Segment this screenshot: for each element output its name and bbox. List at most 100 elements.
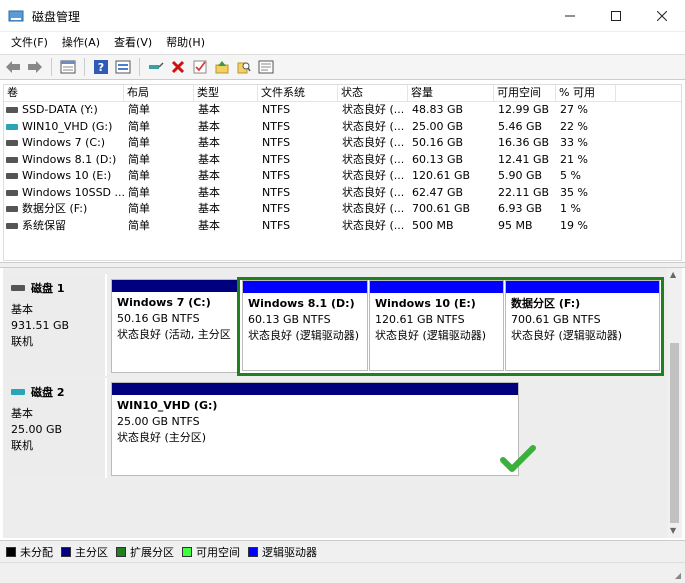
toolbar-separator xyxy=(139,58,140,76)
help-button[interactable]: ? xyxy=(91,57,111,77)
connect-button[interactable] xyxy=(146,57,166,77)
partition-e[interactable]: Windows 10 (E:) 120.61 GB NTFS 状态良好 (逻辑驱… xyxy=(369,280,504,371)
list-button[interactable] xyxy=(256,57,276,77)
drive-icon xyxy=(6,222,18,229)
partition-d[interactable]: Windows 8.1 (D:) 60.13 GB NTFS 状态良好 (逻辑驱… xyxy=(242,280,368,371)
cell-percent-free: 21 % xyxy=(560,152,588,166)
volume-name: SSD-DATA (Y:) xyxy=(22,103,98,117)
legend-label: 逻辑驱动器 xyxy=(262,545,317,559)
partition-f-text: 数据分区 (F:) 700.61 GB NTFS 状态良好 (逻辑驱动器) xyxy=(506,293,659,347)
partition-e-text: Windows 10 (E:) 120.61 GB NTFS 状态良好 (逻辑驱… xyxy=(370,293,503,347)
menu-file[interactable]: 文件(F) xyxy=(4,32,55,54)
partition-name: Windows 10 (E:) xyxy=(375,297,476,310)
up-button[interactable] xyxy=(212,57,232,77)
menu-action[interactable]: 操作(A) xyxy=(55,32,107,54)
column-header-layout[interactable]: 布局 xyxy=(124,85,194,101)
partition-c-text: Windows 7 (C:) 50.16 GB NTFS 状态良好 (活动, 主… xyxy=(112,292,237,346)
partition-d-text: Windows 8.1 (D:) 60.13 GB NTFS 状态良好 (逻辑驱… xyxy=(243,293,367,347)
back-button[interactable] xyxy=(3,57,23,77)
cell-status: 状态良好 (... xyxy=(342,103,405,116)
resize-grip-icon[interactable]: ◢ xyxy=(675,571,681,580)
cell-filesystem: NTFS xyxy=(262,103,291,116)
column-header-status[interactable]: 状态 xyxy=(338,85,408,101)
partition-c[interactable]: Windows 7 (C:) 50.16 GB NTFS 状态良好 (活动, 主… xyxy=(111,279,238,373)
cell-type: 基本 xyxy=(198,218,220,232)
menu-help[interactable]: 帮助(H) xyxy=(159,32,212,54)
scroll-up-icon[interactable]: ▲ xyxy=(670,270,676,279)
cell-filesystem: NTFS xyxy=(262,185,291,199)
cell-type: 基本 xyxy=(198,202,220,215)
partition-status: 状态良好 (逻辑驱动器) xyxy=(511,329,623,342)
cell-status: 状态良好 (... xyxy=(342,119,405,133)
logical-drive-bar xyxy=(370,281,503,293)
menu-bar: 文件(F) 操作(A) 查看(V) 帮助(H) xyxy=(0,32,685,54)
disk-1-size: 931.51 GB xyxy=(11,319,70,332)
partition-name: WIN10_VHD (G:) xyxy=(117,399,218,412)
table-row[interactable]: WIN10_VHD (G:) 简单 基本 NTFS 状态良好 (... 25.0… xyxy=(4,119,681,136)
properties-icon xyxy=(60,60,76,74)
disk-2-label[interactable]: 磁盘 2 基本 25.00 GB 联机 xyxy=(3,378,107,478)
volume-name: Windows 7 (C:) xyxy=(22,136,106,150)
vhd-drive-icon xyxy=(6,123,18,130)
column-header-capacity[interactable]: 容量 xyxy=(408,85,494,101)
check-icon xyxy=(193,60,207,74)
disk-2-type: 基本 xyxy=(11,407,33,420)
disk-2-status: 联机 xyxy=(11,439,33,452)
forward-arrow-icon xyxy=(28,61,42,73)
partition-g[interactable]: WIN10_VHD (G:) 25.00 GB NTFS 状态良好 (主分区) xyxy=(111,382,519,476)
legend-label: 扩展分区 xyxy=(130,545,174,559)
toolbar-separator xyxy=(84,58,85,76)
cell-filesystem: NTFS xyxy=(262,169,291,182)
delete-button[interactable] xyxy=(168,57,188,77)
maximize-button[interactable] xyxy=(593,0,639,32)
cell-volume: Windows 10 (E:) xyxy=(4,168,124,185)
minimize-button[interactable] xyxy=(547,0,593,32)
disk-1-name: 磁盘 1 xyxy=(31,282,65,295)
table-row[interactable]: 系统保留 简单 基本 NTFS 状态良好 (... 500 MB 95 MB 1… xyxy=(4,218,681,235)
volume-name: 数据分区 (F:) xyxy=(22,202,88,216)
partition-f[interactable]: 数据分区 (F:) 700.61 GB NTFS 状态良好 (逻辑驱动器) xyxy=(505,280,660,371)
column-header-volume[interactable]: 卷 xyxy=(4,85,124,101)
disk-1-label[interactable]: 磁盘 1 基本 931.51 GB 联机 xyxy=(3,274,107,376)
cell-volume: Windows 7 (C:) xyxy=(4,135,124,152)
column-header-type[interactable]: 类型 xyxy=(194,85,258,101)
cell-percent-free: 22 % xyxy=(560,119,588,133)
cell-volume: SSD-DATA (Y:) xyxy=(4,102,124,119)
forward-button[interactable] xyxy=(25,57,45,77)
table-row[interactable]: 数据分区 (F:) 简单 基本 NTFS 状态良好 (... 700.61 GB… xyxy=(4,201,681,218)
cell-type: 基本 xyxy=(198,169,220,182)
cell-status: 状态良好 (... xyxy=(342,218,405,232)
drive-icon xyxy=(6,156,18,163)
column-header-percent-free[interactable]: % 可用 xyxy=(556,85,616,101)
search-button[interactable] xyxy=(234,57,254,77)
delete-icon xyxy=(171,60,185,74)
cell-volume: WIN10_VHD (G:) xyxy=(4,119,124,136)
cell-status: 状态良好 (... xyxy=(342,202,405,215)
table-row[interactable]: Windows 10SSD ... 简单 基本 NTFS 状态良好 (... 6… xyxy=(4,185,681,202)
column-header-free-space[interactable]: 可用空间 xyxy=(494,85,556,101)
close-button[interactable] xyxy=(639,0,685,32)
column-header-filesystem[interactable]: 文件系统 xyxy=(258,85,338,101)
scrollbar-thumb[interactable] xyxy=(670,343,679,523)
cell-layout: 简单 xyxy=(128,185,150,199)
partition-status: 状态良好 (逻辑驱动器) xyxy=(248,329,360,342)
properties-button[interactable] xyxy=(58,57,78,77)
drive-icon xyxy=(6,206,18,213)
title-bar: 磁盘管理 xyxy=(0,0,685,32)
check-button[interactable] xyxy=(190,57,210,77)
table-row[interactable]: Windows 7 (C:) 简单 基本 NTFS 状态良好 (... 50.1… xyxy=(4,135,681,152)
cell-capacity: 25.00 GB xyxy=(412,119,464,133)
cell-layout: 简单 xyxy=(128,218,150,232)
refresh-button[interactable] xyxy=(113,57,133,77)
table-row[interactable]: SSD-DATA (Y:) 简单 基本 NTFS 状态良好 (... 48.83… xyxy=(4,102,681,119)
menu-view[interactable]: 查看(V) xyxy=(107,32,159,54)
vhd-disk-icon xyxy=(11,389,25,395)
table-row[interactable]: Windows 10 (E:) 简单 基本 NTFS 状态良好 (... 120… xyxy=(4,168,681,185)
scroll-down-icon[interactable]: ▼ xyxy=(670,526,676,535)
table-row[interactable]: Windows 8.1 (D:) 简单 基本 NTFS 状态良好 (... 60… xyxy=(4,152,681,169)
toolbar-separator xyxy=(51,58,52,76)
cell-percent-free: 35 % xyxy=(560,185,588,199)
vertical-scrollbar[interactable]: ▲ ▼ xyxy=(667,268,682,538)
cell-status: 状态良好 (... xyxy=(342,136,405,149)
legend-item-primary: 主分区 xyxy=(61,544,108,560)
